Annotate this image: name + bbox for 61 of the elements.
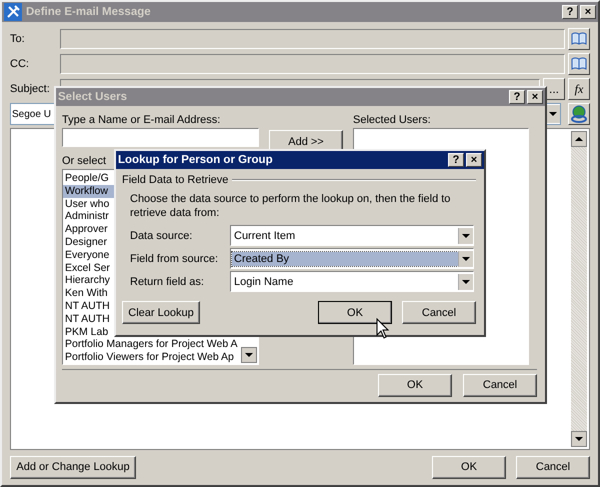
scrollbar[interactable] (571, 131, 587, 447)
globe-icon (570, 105, 588, 123)
user-item[interactable]: Portfolio Viewers for Project Web Ap (63, 351, 234, 364)
window-title: Select Users (58, 91, 128, 103)
close-button[interactable]: × (466, 153, 482, 167)
user-item[interactable]: PKM Lab (63, 326, 108, 338)
user-item[interactable]: Administr (63, 210, 109, 224)
add-lookup-button[interactable]: Add or Change Lookup (10, 456, 136, 478)
field-label: To: (10, 33, 26, 45)
user-item[interactable]: NT AUTH (63, 312, 110, 326)
group-label: Field Data to Retrieve (122, 174, 228, 186)
selected-users-label: Selected Users: (353, 114, 431, 126)
name-label: Type a Name or E-mail Address: (62, 114, 220, 126)
address-book-button[interactable] (568, 28, 590, 50)
user-item[interactable]: Hierarchy (63, 274, 110, 288)
description-text: Choose the data source to perform the lookup on, then the field to retrieve data from: (129, 192, 452, 221)
dropdown[interactable]: Current Item (230, 225, 474, 246)
field-label: Subject: (10, 83, 51, 95)
user-item[interactable]: User who (63, 198, 110, 210)
input-field[interactable] (60, 29, 565, 49)
user-item[interactable]: Approver (63, 223, 108, 236)
ok-button[interactable]: OK (318, 301, 392, 324)
cursor-icon (376, 318, 390, 340)
user-item[interactable]: Portfolio Managers for Project Web A (63, 338, 238, 352)
dropdown[interactable]: Created By (230, 248, 474, 269)
formula-button[interactable]: fx (568, 78, 590, 100)
cancel-button[interactable]: Cancel (463, 374, 537, 397)
clear-lookup-button[interactable]: Clear Lookup (122, 301, 200, 324)
scroll-down-icon[interactable] (571, 431, 587, 447)
user-item[interactable]: Designer (63, 236, 108, 249)
scroll-up-icon[interactable] (571, 131, 587, 147)
help-button[interactable]: ? (562, 5, 578, 19)
help-button[interactable]: ? (448, 153, 464, 167)
window-title: Define E-mail Message (26, 6, 152, 18)
name-input[interactable] (62, 128, 259, 147)
input-field[interactable] (60, 54, 565, 74)
field-label: Field from source: (130, 252, 220, 264)
book-icon (571, 57, 587, 71)
hyperlink-button[interactable] (568, 103, 590, 125)
user-item[interactable]: NT AUTH (63, 300, 110, 313)
ok-button[interactable]: OK (378, 374, 452, 397)
help-button[interactable]: ? (509, 90, 525, 104)
ok-button[interactable]: OK (432, 456, 506, 478)
field-label: CC: (10, 58, 30, 70)
cancel-button[interactable]: Cancel (516, 456, 590, 478)
window-title: Lookup for Person or Group (118, 154, 274, 166)
cancel-button[interactable]: Cancel (402, 301, 476, 324)
user-item[interactable]: Everyone (63, 248, 110, 262)
book-icon (571, 32, 587, 46)
address-book-button[interactable] (568, 53, 590, 75)
close-button[interactable]: × (527, 90, 543, 104)
close-button[interactable]: × (580, 5, 596, 19)
user-item[interactable]: Ken With (63, 287, 108, 300)
field-label: Data source: (130, 230, 194, 242)
user-item[interactable]: Excel Ser (63, 262, 110, 274)
field-label: Return field as: (130, 276, 205, 288)
user-item[interactable]: People/G (63, 172, 109, 185)
scroll-down-icon[interactable] (241, 346, 257, 363)
dropdown[interactable]: Login Name (230, 271, 474, 292)
list-label: Or select (62, 155, 106, 167)
tools-icon (4, 3, 22, 21)
